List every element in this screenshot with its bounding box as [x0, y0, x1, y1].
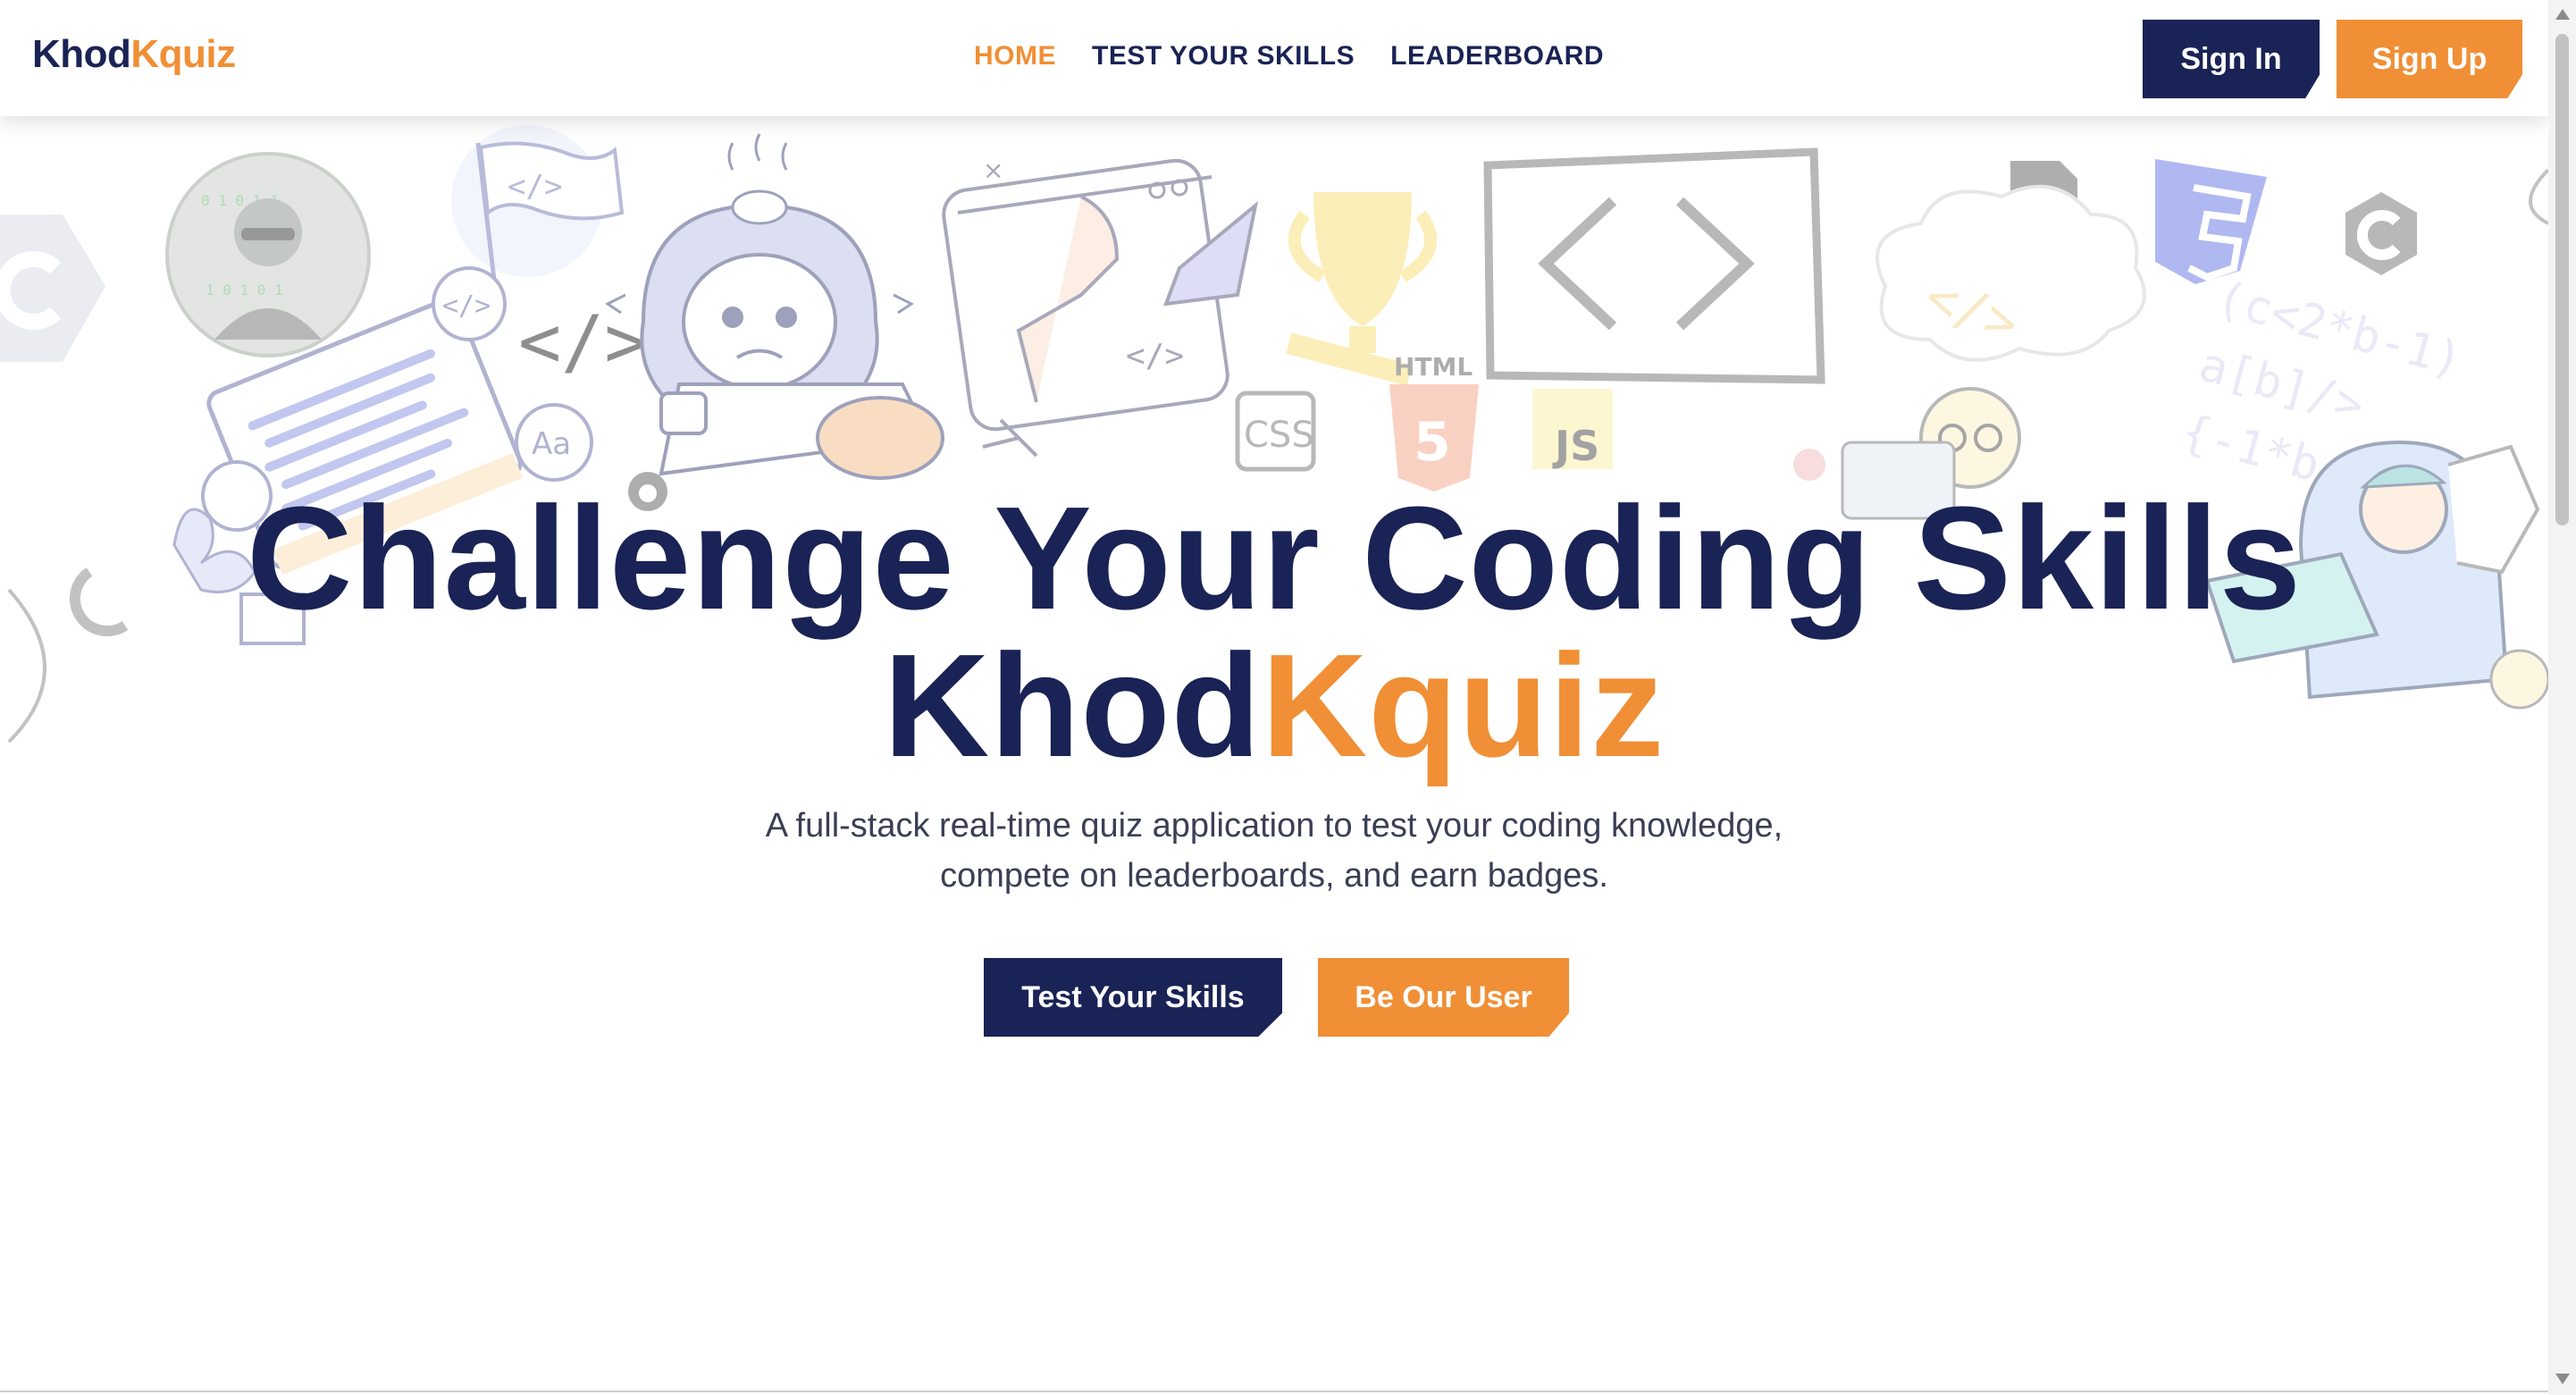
c-language-hex-icon	[0, 214, 105, 362]
code-tag-symbol: </>	[518, 300, 648, 383]
nav-link-test-your-skills[interactable]: TEST YOUR SKILLS	[1092, 41, 1355, 71]
flag-code-tag: </>	[508, 169, 562, 205]
thought-cloud-code-illustration: </>	[1875, 184, 2146, 362]
nav-link-leaderboard[interactable]: LEADERBOARD	[1390, 41, 1604, 71]
test-your-skills-button[interactable]: Test Your Skills	[984, 958, 1282, 1037]
hero-brand-title: KhodKquiz	[0, 633, 2548, 779]
main-nav: HOME TEST YOUR SKILLS LEADERBOARD	[974, 41, 1604, 71]
bubble-code-tag: </>	[442, 290, 491, 322]
hero-brand-kquiz: Kquiz	[1261, 624, 1666, 787]
html-badge-label: HTML	[1394, 352, 1473, 382]
logo-text-kquiz: Kquiz	[130, 32, 236, 76]
scrollbar-thumb[interactable]	[2555, 34, 2569, 525]
window-code-tag: </>	[1126, 338, 1184, 374]
hero-brand-khod: Khod	[883, 624, 1262, 787]
hero-subtitle-line-1: A full-stack real-time quiz application …	[765, 807, 1783, 845]
avatar-matrix-illustration: 0 1 0 1 1 1 0 1 0 1	[165, 152, 371, 357]
css3-shield-icon	[2155, 159, 2267, 284]
sign-in-button[interactable]: Sign In	[2143, 20, 2320, 98]
js-badge-icon: JS	[1532, 389, 1613, 470]
nav-link-home[interactable]: HOME	[974, 41, 1056, 71]
vertical-scrollbar[interactable]	[2548, 0, 2576, 1395]
be-our-user-button[interactable]: Be Our User	[1318, 958, 1569, 1037]
logo-text-khod: Khod	[32, 32, 131, 76]
html5-badge-icon: HTML 5	[1389, 352, 1479, 492]
window-bottom-border	[0, 1391, 2548, 1392]
sign-up-button[interactable]: Sign Up	[2337, 20, 2522, 98]
c-language-icon	[2345, 192, 2417, 275]
css-badge-label: CSS	[1244, 415, 1314, 456]
scroll-up-arrow-icon[interactable]	[2555, 9, 2570, 20]
top-navbar: KhodKquiz HOME TEST YOUR SKILLS LEADERBO…	[0, 0, 2548, 116]
hero-subtitle: A full-stack real-time quiz application …	[0, 801, 2548, 901]
hero-title: Challenge Your Coding Skills	[246, 476, 2303, 640]
stressed-coder-illustration	[605, 133, 944, 480]
hero-subtitle-line-2: compete on leaderboards, and earn badges…	[940, 857, 1608, 895]
page: KhodKquiz HOME TEST YOUR SKILLS LEADERBO…	[0, 0, 2576, 1395]
bubble-font-sample: Aa	[532, 426, 571, 462]
js-badge-label: JS	[1552, 422, 1599, 470]
scroll-down-arrow-icon[interactable]	[2555, 1374, 2570, 1384]
code-brackets-screen-icon	[1483, 147, 1825, 384]
css-badge-icon: CSS	[1235, 391, 1316, 472]
flying-developer-illustration: </> ×	[942, 155, 1259, 458]
brand-logo[interactable]: KhodKquiz	[32, 32, 236, 77]
svg-text:5: 5	[1414, 411, 1451, 474]
svg-text:×: ×	[983, 155, 1003, 185]
svg-text:1 0 1 0 1: 1 0 1 0 1	[206, 282, 283, 298]
